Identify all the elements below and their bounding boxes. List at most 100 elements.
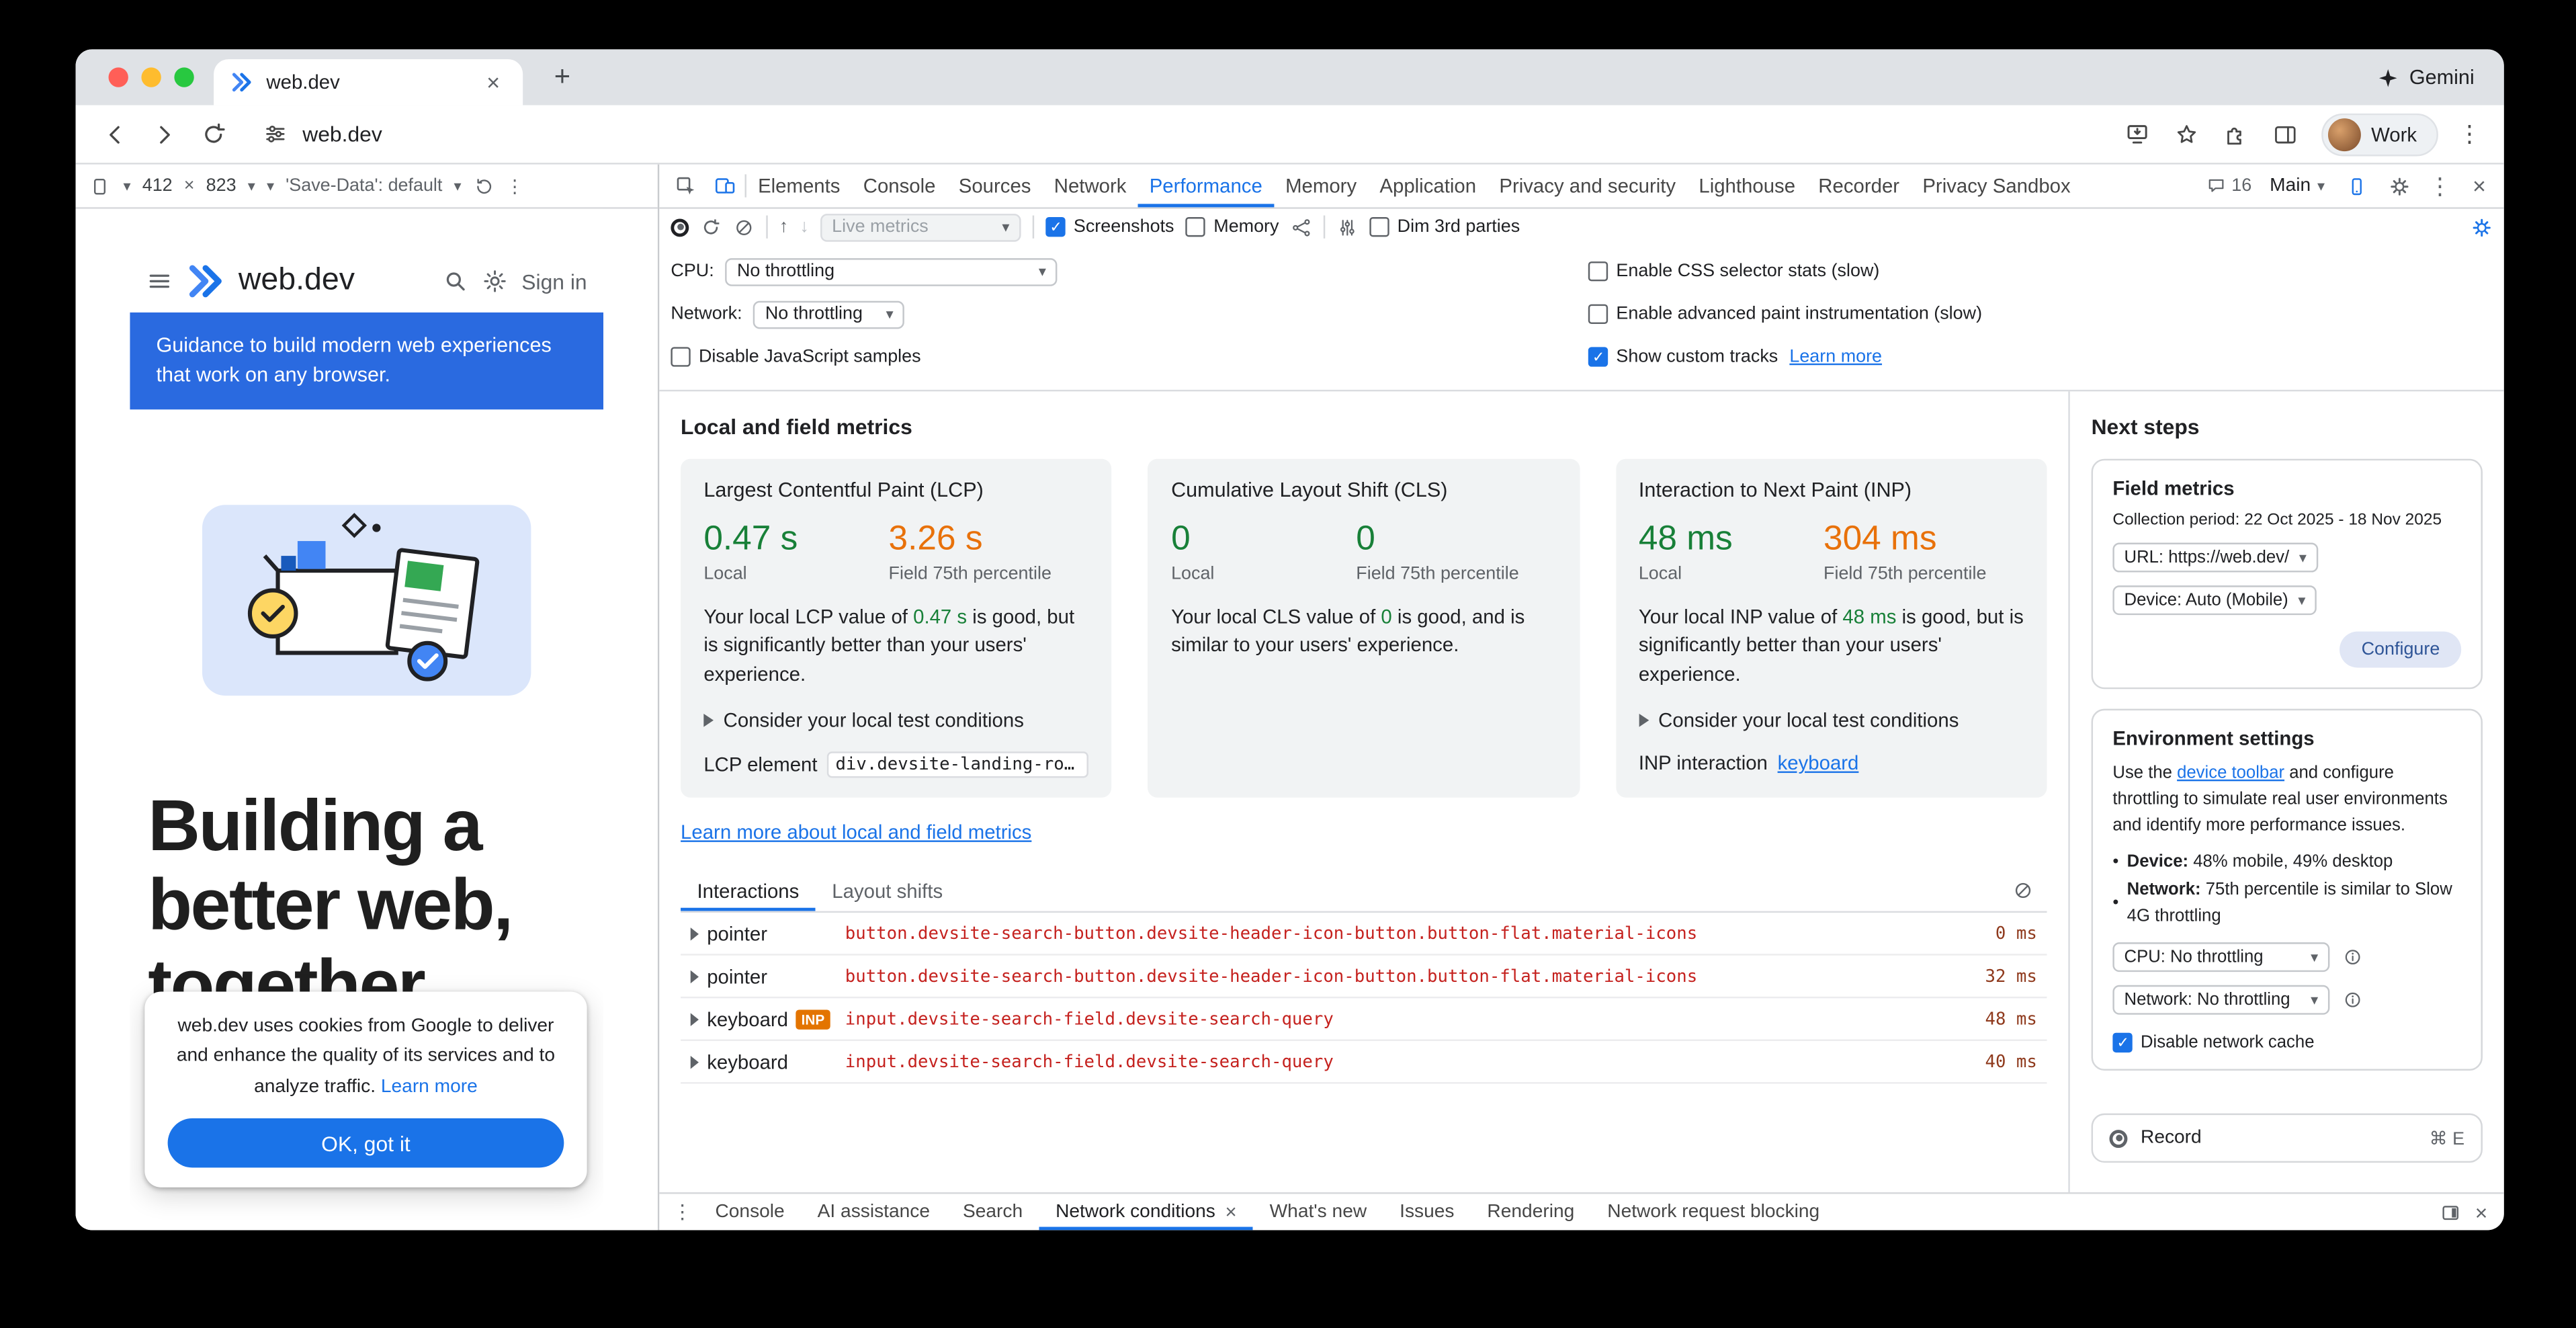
- load-profile-icon[interactable]: ↑: [779, 217, 788, 237]
- tab-sources[interactable]: Sources: [947, 165, 1043, 208]
- tab-memory[interactable]: Memory: [1274, 165, 1368, 208]
- cpu-throttling-select[interactable]: No throttling ▾: [726, 257, 1058, 286]
- dim-3rd-parties-checkbox[interactable]: Dim 3rd parties: [1369, 217, 1520, 237]
- lcp-consider-disclosure[interactable]: Consider your local test conditions: [703, 709, 1088, 732]
- interaction-selector[interactable]: button.devsite-search-button.devsite-hea…: [845, 923, 1935, 943]
- checkbox[interactable]: [2112, 1033, 2132, 1052]
- device-width-input[interactable]: 412: [142, 176, 173, 196]
- field-device-select[interactable]: Device: Auto (Mobile) ▾: [2112, 585, 2317, 615]
- zoom-window-button[interactable]: [174, 67, 194, 87]
- metrics-learn-more-link[interactable]: Learn more about local and field metrics: [681, 821, 1031, 843]
- side-panel-icon[interactable]: [2263, 111, 2309, 157]
- tab-layout-shifts[interactable]: Layout shifts: [816, 870, 959, 911]
- gemini-button[interactable]: Gemini: [2378, 66, 2474, 89]
- omnibox[interactable]: web.dev: [263, 122, 2112, 147]
- site-settings-tune-icon[interactable]: [263, 122, 288, 147]
- network-conditions-icon[interactable]: [1291, 216, 1312, 238]
- expand-arrow-icon[interactable]: [691, 1013, 699, 1026]
- interaction-row[interactable]: keyboardINP input.devsite-search-field.d…: [681, 999, 2047, 1042]
- record-button[interactable]: Record ⌘ E: [2092, 1114, 2483, 1163]
- drawer-tab-console[interactable]: Console: [699, 1194, 801, 1231]
- checkbox[interactable]: [1369, 217, 1389, 237]
- browser-menu-kebab-icon[interactable]: ⋮: [2451, 120, 2487, 149]
- checkbox[interactable]: [1588, 347, 1608, 366]
- close-drawer-tab-icon[interactable]: ×: [1226, 1200, 1237, 1223]
- minimize-window-button[interactable]: [141, 67, 161, 87]
- forward-button[interactable]: [141, 111, 187, 157]
- clear-log-icon[interactable]: [2012, 880, 2047, 902]
- checkbox[interactable]: [1588, 261, 1608, 281]
- record-icon[interactable]: [671, 218, 689, 236]
- reload-button[interactable]: [191, 111, 237, 157]
- save-data-select[interactable]: 'Save-Data': default: [286, 176, 442, 196]
- tab-lighthouse[interactable]: Lighthouse: [1687, 165, 1807, 208]
- devtools-close-icon[interactable]: ×: [2461, 173, 2497, 199]
- close-drawer-icon[interactable]: ×: [2475, 1200, 2488, 1225]
- site-logo-text[interactable]: web.dev: [239, 263, 355, 300]
- paint-instrumentation-checkbox[interactable]: Enable advanced paint instrumentation (s…: [1588, 304, 1982, 324]
- tab-close-icon[interactable]: ×: [480, 69, 507, 95]
- memory-checkbox[interactable]: Memory: [1186, 217, 1279, 237]
- disable-network-cache-checkbox[interactable]: Disable network cache: [2112, 1033, 2461, 1052]
- webdev-logo-icon[interactable]: [186, 261, 226, 301]
- settings-gear-icon[interactable]: [2379, 175, 2419, 197]
- search-icon[interactable]: [443, 268, 469, 294]
- record-and-reload-icon[interactable]: [700, 216, 722, 238]
- screenshots-checkbox[interactable]: Screenshots: [1045, 217, 1174, 237]
- checkbox[interactable]: [1186, 217, 1205, 237]
- inp-consider-disclosure[interactable]: Consider your local test conditions: [1639, 709, 2024, 732]
- tab-application[interactable]: Application: [1368, 165, 1488, 208]
- sign-in-button[interactable]: Sign in: [521, 269, 587, 294]
- lcp-element-link[interactable]: div.devsite-landing-row-item-d…: [827, 752, 1088, 778]
- extensions-puzzle-icon[interactable]: [2213, 111, 2260, 157]
- tab-privacy-and-security[interactable]: Privacy and security: [1488, 165, 1687, 208]
- custom-tracks-learn-more-link[interactable]: Learn more: [1789, 347, 1882, 366]
- env-cpu-select[interactable]: CPU: No throttling ▾: [2112, 942, 2329, 972]
- inp-interaction-link[interactable]: keyboard: [1778, 752, 1859, 775]
- new-tab-button[interactable]: +: [543, 61, 583, 94]
- back-button[interactable]: [92, 111, 138, 157]
- orientation-select-caret-icon[interactable]: ▾: [267, 177, 274, 195]
- cookie-learn-more-link[interactable]: Learn more: [381, 1077, 478, 1096]
- interaction-row[interactable]: pointer button.devsite-search-button.dev…: [681, 913, 2047, 956]
- clear-icon[interactable]: [733, 216, 755, 238]
- drawer-tab-issues[interactable]: Issues: [1383, 1194, 1471, 1231]
- network-throttling-select[interactable]: No throttling ▾: [754, 300, 905, 329]
- device-mode-active-icon[interactable]: [2336, 175, 2376, 197]
- field-url-select[interactable]: URL: https://web.dev/ ▾: [2112, 543, 2318, 573]
- close-window-button[interactable]: [109, 67, 128, 87]
- capture-settings-gear-icon[interactable]: [2471, 216, 2493, 238]
- env-network-select[interactable]: Network: No throttling ▾: [2112, 985, 2329, 1015]
- zoom-select-caret-icon[interactable]: ▾: [248, 177, 255, 195]
- tab-console[interactable]: Console: [852, 165, 947, 208]
- install-app-icon[interactable]: [2114, 111, 2161, 157]
- expand-arrow-icon[interactable]: [691, 970, 699, 983]
- theme-toggle-sun-icon[interactable]: [482, 268, 509, 294]
- sliders-icon[interactable]: [1336, 216, 1358, 238]
- show-custom-tracks-checkbox[interactable]: Show custom tracks: [1588, 347, 1778, 366]
- hamburger-menu-icon[interactable]: [146, 268, 173, 294]
- inspect-element-icon[interactable]: [666, 165, 705, 208]
- drawer-kebab-icon[interactable]: ⋮: [666, 1200, 699, 1223]
- devtools-kebab-icon[interactable]: ⋮: [2421, 172, 2458, 200]
- tab-network[interactable]: Network: [1043, 165, 1138, 208]
- browser-tab[interactable]: web.dev ×: [214, 59, 523, 106]
- device-dimensions-icon[interactable]: [91, 175, 112, 197]
- interaction-selector[interactable]: button.devsite-search-button.devsite-hea…: [845, 966, 1935, 986]
- chevron-down-icon[interactable]: ▾: [124, 177, 131, 195]
- checkbox[interactable]: [1045, 217, 1065, 237]
- tab-performance[interactable]: Performance: [1138, 165, 1274, 208]
- execution-context-select[interactable]: Main ▾: [2262, 176, 2333, 196]
- cookie-accept-button[interactable]: OK, got it: [168, 1118, 564, 1167]
- drawer-tab-ai-assistance[interactable]: AI assistance: [801, 1194, 946, 1231]
- expand-arrow-icon[interactable]: [691, 1055, 699, 1069]
- console-messages-button[interactable]: 16: [2200, 176, 2258, 196]
- tab-elements[interactable]: Elements: [746, 165, 852, 208]
- info-icon[interactable]: [2343, 990, 2362, 1009]
- drawer-tab-rendering[interactable]: Rendering: [1471, 1194, 1591, 1231]
- screen-rotation-icon[interactable]: [473, 175, 495, 197]
- toggle-device-toolbar-icon[interactable]: [705, 165, 745, 208]
- expand-arrow-icon[interactable]: [691, 927, 699, 940]
- checkbox[interactable]: [671, 347, 690, 366]
- bookmark-star-icon[interactable]: [2164, 111, 2210, 157]
